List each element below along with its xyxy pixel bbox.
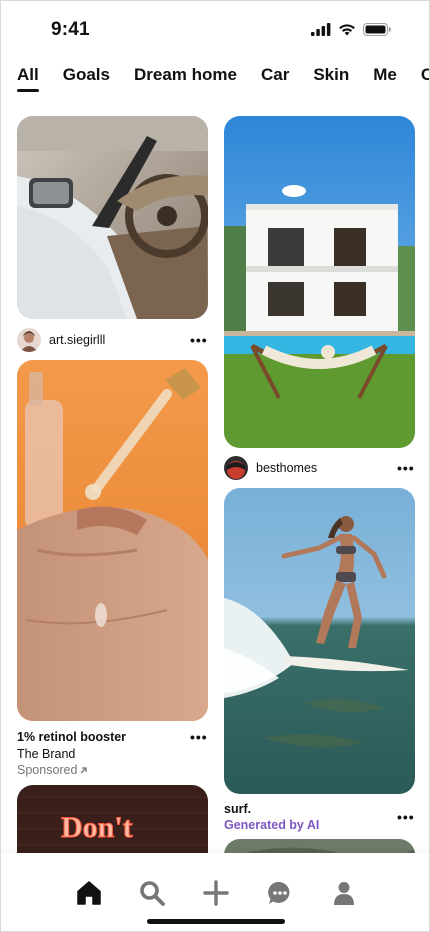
more-options-button[interactable]: ••• xyxy=(190,730,208,744)
pin-image-surf[interactable] xyxy=(224,488,415,794)
tab-all[interactable]: All xyxy=(17,61,39,92)
phone-screen: 9:41 All Goals Dream home Car Skin Me ar… xyxy=(0,0,430,932)
search-button[interactable] xyxy=(138,879,166,907)
pin-title: surf. xyxy=(224,802,252,816)
status-time: 9:41 xyxy=(51,19,90,40)
tab-me[interactable]: Me xyxy=(373,61,397,89)
tab-skin[interactable]: Skin xyxy=(313,61,349,89)
more-options-button[interactable]: ••• xyxy=(190,333,208,347)
more-options-button[interactable]: ••• xyxy=(397,810,415,824)
messages-button[interactable] xyxy=(266,879,294,907)
pin-feed: art.siegirlll ••• 1% retinol booster The… xyxy=(1,93,429,853)
home-button[interactable] xyxy=(75,879,103,907)
status-icons xyxy=(311,23,391,36)
avatar xyxy=(17,328,41,352)
pin-image-next[interactable] xyxy=(224,839,415,853)
pin-image-car[interactable] xyxy=(17,116,208,319)
author-name: art.siegirlll xyxy=(49,333,106,347)
signal-icon xyxy=(311,23,331,36)
pin-image-house[interactable] xyxy=(224,116,415,448)
pin-image-neon[interactable]: Don't xyxy=(17,785,208,853)
wifi-icon xyxy=(339,24,355,36)
status-bar: 9:41 xyxy=(1,1,429,57)
tab-car[interactable]: Car xyxy=(261,61,289,89)
pin-author-house[interactable]: besthomes xyxy=(224,456,317,480)
chat-icon xyxy=(268,881,290,904)
author-name: besthomes xyxy=(256,461,318,475)
tab-co[interactable]: Co xyxy=(421,61,429,89)
profile-button[interactable] xyxy=(330,879,358,907)
profile-icon xyxy=(334,882,354,905)
create-button[interactable] xyxy=(202,879,230,907)
pin-author-car[interactable]: art.siegirlll xyxy=(17,328,105,352)
home-icon xyxy=(77,881,101,905)
board-tabs: All Goals Dream home Car Skin Me Co xyxy=(17,61,429,93)
external-link-icon xyxy=(81,766,88,773)
neon-sign-text: Don't xyxy=(61,811,133,844)
bottom-navigation xyxy=(1,853,429,931)
tab-dream-home[interactable]: Dream home xyxy=(134,61,237,89)
sponsored-text: Sponsored xyxy=(17,763,78,777)
plus-icon xyxy=(203,880,229,906)
avatar xyxy=(224,456,248,480)
home-indicator xyxy=(147,919,285,924)
sponsored-label[interactable]: Sponsored xyxy=(17,763,88,777)
battery-icon xyxy=(363,23,391,36)
tab-goals[interactable]: Goals xyxy=(63,61,110,89)
generated-by-ai-label: Generated by AI xyxy=(224,818,320,832)
more-options-button[interactable]: ••• xyxy=(397,461,415,475)
pin-image-serum[interactable] xyxy=(17,360,208,721)
search-icon xyxy=(140,881,165,906)
pin-brand: The Brand xyxy=(17,747,76,761)
pin-title: 1% retinol booster xyxy=(17,730,127,744)
